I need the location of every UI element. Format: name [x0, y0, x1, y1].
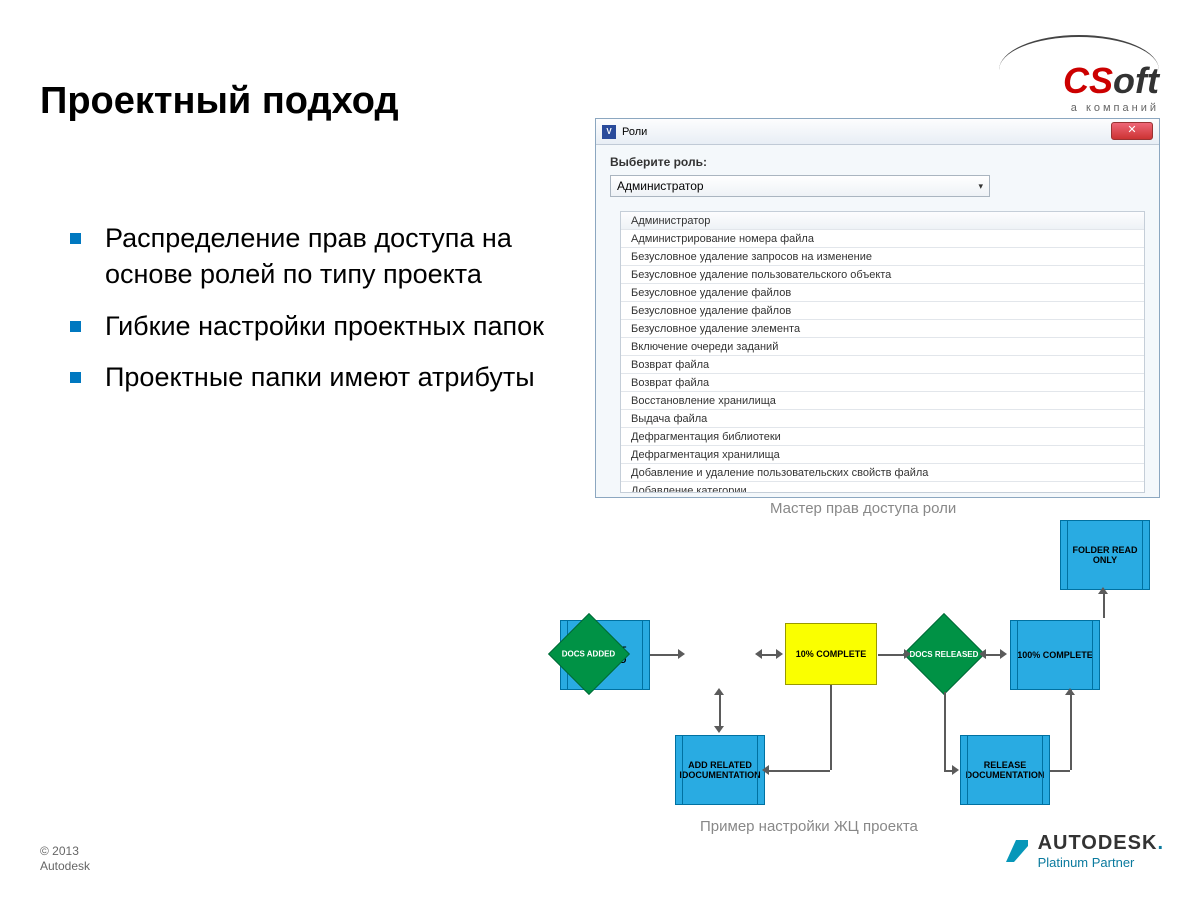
bullet-item: Распределение прав доступа на основе рол… — [70, 220, 550, 293]
list-row[interactable]: Безусловное удаление запросов на изменен… — [621, 248, 1144, 266]
bullet-list: Распределение прав доступа на основе рол… — [70, 220, 550, 411]
node-release-doc: RELEASE DOCUMENTATION — [960, 735, 1050, 805]
node-10-complete: 10% COMPLETE — [785, 623, 877, 685]
app-icon: V — [602, 125, 616, 139]
list-row[interactable]: Дефрагментация библиотеки — [621, 428, 1144, 446]
autodesk-logo: AUTODESK. Platinum Partner — [1004, 832, 1164, 870]
dialog-title-text: Роли — [622, 126, 647, 138]
list-row[interactable]: Восстановление хранилища — [621, 392, 1144, 410]
roles-dialog: V Роли ✕ Выберите роль: Администратор Ад… — [595, 118, 1160, 498]
node-100-complete: 100% COMPLETE — [1010, 620, 1100, 690]
caption-roles: Мастер прав доступа роли — [770, 500, 956, 517]
list-row[interactable]: Администратор — [621, 212, 1144, 230]
caption-lifecycle: Пример настройки ЖЦ проекта — [700, 818, 918, 835]
list-row[interactable]: Безусловное удаление файлов — [621, 302, 1144, 320]
bullet-item: Проектные папки имеют атрибуты — [70, 359, 550, 395]
slide-title: Проектный подход — [40, 80, 399, 123]
dialog-titlebar: V Роли ✕ — [596, 119, 1159, 145]
list-row[interactable]: Администрирование номера файла — [621, 230, 1144, 248]
bullet-item: Гибкие настройки проектных папок — [70, 308, 550, 344]
list-row[interactable]: Добавление и удаление пользовательских с… — [621, 464, 1144, 482]
autodesk-icon — [1004, 838, 1030, 864]
list-row[interactable]: Безусловное удаление элемента — [621, 320, 1144, 338]
list-row[interactable]: Включение очереди заданий — [621, 338, 1144, 356]
lifecycle-diagram: PROJECT CREATED DOCS ADDED 10% COMPLETE … — [560, 520, 1190, 820]
role-list[interactable]: Администратор Администрирование номера ф… — [620, 211, 1145, 493]
list-row[interactable]: Возврат файла — [621, 356, 1144, 374]
role-dropdown[interactable]: Администратор — [610, 175, 990, 197]
close-button[interactable]: ✕ — [1111, 122, 1153, 140]
list-row[interactable]: Добавление категории — [621, 482, 1144, 493]
list-row[interactable]: Безусловное удаление пользовательского о… — [621, 266, 1144, 284]
list-row[interactable]: Возврат файла — [621, 374, 1144, 392]
node-folder-read: FOLDER READ ONLY — [1060, 520, 1150, 590]
role-label: Выберите роль: — [610, 155, 1145, 169]
list-row[interactable]: Безусловное удаление файлов — [621, 284, 1144, 302]
list-row[interactable]: Дефрагментация хранилища — [621, 446, 1144, 464]
csoft-logo: CSoft а компаний — [999, 35, 1159, 114]
list-row[interactable]: Выдача файла — [621, 410, 1144, 428]
copyright: © 2013 Autodesk — [40, 844, 90, 875]
node-add-related: ADD RELATED IDOCUMENTATION — [675, 735, 765, 805]
